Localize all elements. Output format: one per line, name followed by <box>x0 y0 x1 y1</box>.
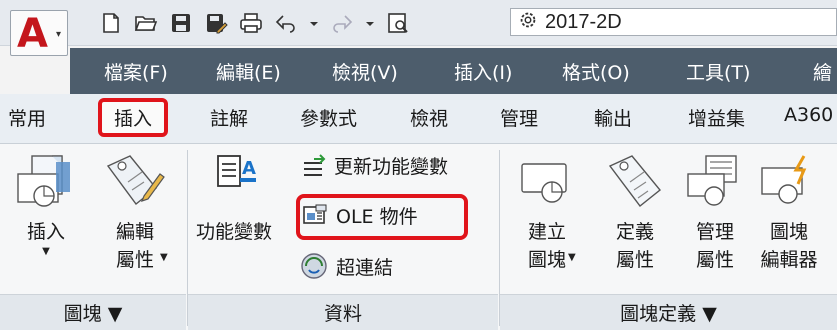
chevron-down-icon: ▾ <box>55 29 61 40</box>
block-definition-panel-footer[interactable]: 圖塊定義 ▼ <box>500 294 837 330</box>
define-attribute-label-1: 定義 <box>615 221 654 243</box>
hyperlink-button[interactable]: 超連結 <box>300 252 393 280</box>
define-attribute-label-2: 屬性 <box>615 249 654 271</box>
field-icon: A <box>217 155 256 187</box>
chevron-down-icon[interactable]: ▼ <box>568 252 576 263</box>
manage-attributes-button[interactable]: 管理 屬性 <box>680 152 750 274</box>
menu-item-draw[interactable]: 繪 <box>813 58 832 85</box>
tab-a360[interactable]: A360 <box>784 104 833 126</box>
field-button[interactable]: A 功能變數 <box>196 152 272 246</box>
edit-attribute-label-1: 編輯 <box>115 221 154 243</box>
insert-label: 插入 <box>26 221 65 243</box>
ole-highlight-box <box>296 194 468 240</box>
manage-attributes-label-1: 管理 <box>695 221 734 243</box>
print-icon[interactable] <box>238 10 264 36</box>
hyperlink-label: 超連結 <box>336 256 394 279</box>
field-label: 功能變數 <box>196 221 273 243</box>
menu-item-file[interactable]: 檔案(F) <box>104 58 168 85</box>
tab-parametric[interactable]: 參數式 <box>300 104 357 131</box>
menu-bar: 檔案(F) 編輯(E) 檢視(V) 插入(I) 格式(O) 工具(T) 繪 <box>70 48 837 94</box>
ribbon-tabs: 常用 插入 註解 參數式 檢視 管理 輸出 增益集 A360 <box>0 94 837 144</box>
open-icon[interactable] <box>133 10 159 36</box>
insert-block-button[interactable]: 插入 ▼ <box>14 152 78 257</box>
hyperlink-icon <box>301 253 327 279</box>
block-editor-button[interactable]: 圖塊 編輯器 <box>754 152 824 274</box>
quick-access-toolbar: A ▾ 2017-2D <box>0 0 837 56</box>
block-editor-icon <box>761 155 807 204</box>
autocad-logo-icon: A <box>17 11 48 57</box>
insert-block-icon <box>17 155 70 207</box>
tab-annotate[interactable]: 註解 <box>210 104 248 131</box>
menu-item-edit[interactable]: 編輯(E) <box>216 58 281 85</box>
chevron-down-icon[interactable]: ▼ <box>160 252 168 263</box>
svg-text:A: A <box>242 158 256 179</box>
tab-manage[interactable]: 管理 <box>500 104 538 131</box>
tab-insert[interactable]: 插入 <box>98 98 169 137</box>
update-fields-label: 更新功能變數 <box>334 156 449 178</box>
redo-dropdown-icon[interactable] <box>364 10 376 36</box>
tab-home[interactable]: 常用 <box>8 104 46 131</box>
menu-item-format[interactable]: 格式(O) <box>562 58 630 85</box>
undo-dropdown-icon[interactable] <box>308 10 320 36</box>
tab-view[interactable]: 檢視 <box>410 104 448 131</box>
new-icon[interactable] <box>98 10 124 36</box>
undo-icon[interactable] <box>273 10 299 36</box>
update-fields-icon <box>304 153 326 176</box>
menu-item-view[interactable]: 檢視(V) <box>332 58 398 85</box>
tab-addins[interactable]: 增益集 <box>688 104 745 131</box>
menu-item-tools[interactable]: 工具(T) <box>686 58 750 85</box>
application-menu-button[interactable]: A ▾ <box>10 10 68 56</box>
manage-attributes-icon <box>687 155 737 206</box>
menu-item-insert[interactable]: 插入(I) <box>454 58 512 85</box>
block-editor-label-2: 編輯器 <box>760 249 818 271</box>
save-as-icon[interactable] <box>203 10 229 36</box>
workspace-selector[interactable]: 2017-2D <box>510 8 837 36</box>
block-editor-label-1: 圖塊 <box>769 221 808 243</box>
tab-output[interactable]: 輸出 <box>594 104 632 131</box>
create-block-icon <box>521 163 567 203</box>
create-block-label-1: 建立 <box>527 221 566 243</box>
manage-attributes-label-2: 屬性 <box>695 249 734 271</box>
define-attribute-button[interactable]: 定義 屬性 <box>600 152 670 274</box>
create-block-label-2: 圖塊 <box>527 249 566 271</box>
save-icon[interactable] <box>168 10 194 36</box>
edit-attribute-label-2: 屬性 <box>115 249 154 271</box>
tag-icon <box>608 155 661 207</box>
chevron-down-icon: ▼ <box>42 246 50 257</box>
redo-icon[interactable] <box>329 10 355 36</box>
block-panel-footer[interactable]: 圖塊 ▼ <box>0 294 186 330</box>
workspace-value: 2017-2D <box>545 10 622 33</box>
tag-edit-icon <box>106 155 165 206</box>
gear-icon <box>517 9 539 35</box>
update-fields-button[interactable]: 更新功能變數 <box>300 152 448 179</box>
data-panel-footer: 資料 <box>188 294 498 330</box>
preview-icon[interactable] <box>385 10 411 36</box>
